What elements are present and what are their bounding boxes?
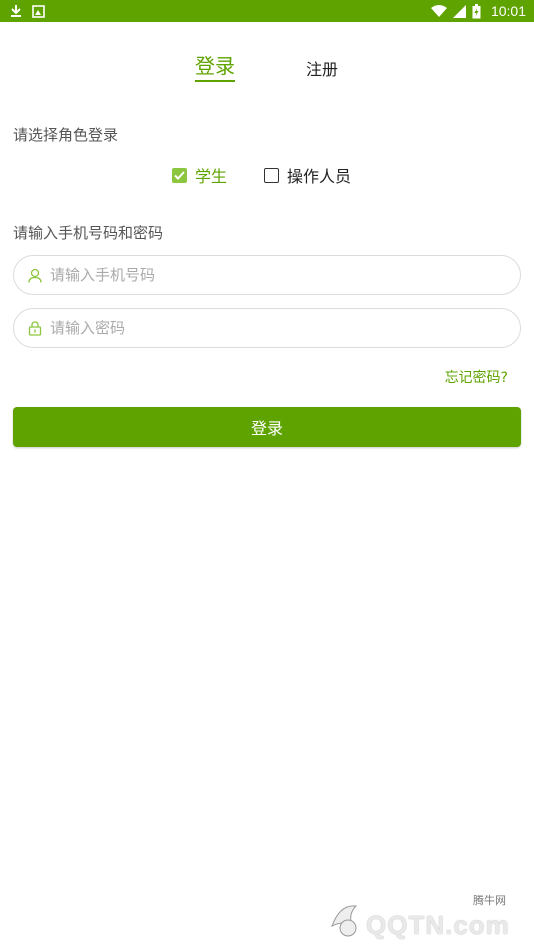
login-button[interactable]: 登录 [13,407,521,447]
signal-icon [452,4,466,18]
image-icon [32,4,45,18]
role-student-label: 学生 [195,167,228,186]
wifi-icon [430,5,447,17]
status-time: 10:01 [490,3,526,19]
role-option-student[interactable]: 学生 [172,163,227,187]
tab-login[interactable]: 登录 [195,50,235,82]
password-input[interactable] [50,319,490,337]
tab-register[interactable]: 注册 [306,56,338,80]
role-section-label: 请选择角色登录 [13,126,119,144]
auth-tabs: 登录 注册 [0,50,534,90]
status-bar: 10:01 [0,0,534,22]
watermark-logo-icon [326,896,370,944]
role-operator-label: 操作人员 [287,167,352,186]
battery-icon [472,3,481,19]
watermark-cn-text: 腾牛网 [473,894,506,907]
credentials-section-label: 请输入手机号码和密码 [13,224,164,242]
checkbox-checked-icon[interactable] [172,167,187,183]
watermark-brand-text: QQTN.com [366,910,510,940]
password-field[interactable] [13,308,521,348]
active-tab-indicator [195,80,235,82]
watermark: 腾牛网 QQTN.com [326,892,526,942]
download-icon [10,4,22,18]
lock-icon [26,319,44,337]
checkbox-unchecked-icon[interactable] [264,167,279,183]
role-option-operator[interactable]: 操作人员 [264,163,351,187]
status-bar-right: 10:01 [430,3,526,19]
forgot-password-link[interactable]: 忘记密码? [445,367,508,387]
phone-field[interactable] [13,255,521,295]
tab-register-label: 注册 [306,60,339,79]
phone-input[interactable] [50,266,490,284]
status-bar-left [10,4,45,18]
role-options: 学生 操作人员 [0,163,534,187]
tab-login-label: 登录 [195,54,235,78]
user-icon [26,266,44,284]
